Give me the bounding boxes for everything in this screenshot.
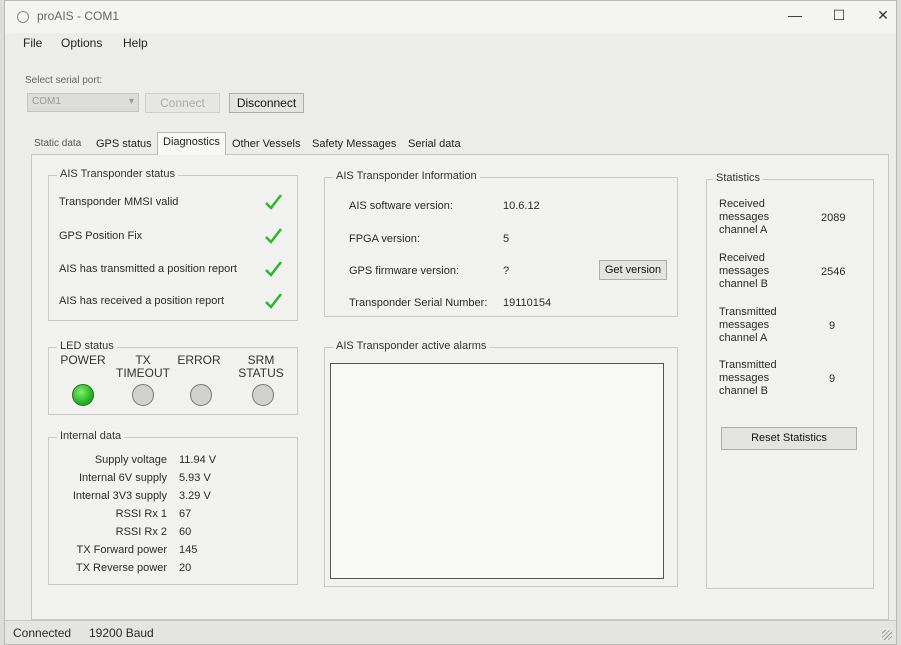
status-bar: Connected 19200 Baud (5, 620, 896, 644)
led-status-title: LED status (57, 340, 117, 352)
serial-port-select[interactable]: COM1 ▾ (27, 93, 139, 112)
info-label: Transponder Serial Number: (349, 297, 488, 309)
led-label-power: POWER (60, 353, 106, 367)
internal-label: RSSI Rx 2 (115, 526, 167, 538)
chevron-down-icon: ▾ (128, 96, 134, 107)
diagnostics-panel: AIS Transponder status Transponder MMSI … (31, 154, 889, 620)
statistics-group: Statistics Received messages channel A 2… (706, 172, 874, 589)
internal-data-title: Internal data (57, 430, 125, 442)
stat-label: Transmitted messages channel B (719, 359, 777, 397)
checkmark-icon (265, 293, 282, 309)
stat-label: Received messages channel A (719, 198, 770, 236)
reset-statistics-button[interactable]: Reset Statistics (721, 427, 857, 450)
title-bar: proAIS - COM1 — ☐ ✕ (5, 1, 896, 33)
alarms-title: AIS Transponder active alarms (333, 340, 490, 352)
internal-label: Internal 3V3 supply (72, 490, 167, 502)
led-power (72, 384, 94, 406)
led-label-tx-timeout: TX TIMEOUT (116, 353, 170, 380)
internal-value: 3.29 V (179, 490, 211, 502)
tab-serial-data[interactable]: Serial data (403, 135, 466, 155)
info-value: ? (503, 265, 510, 277)
stat-value: 9 (829, 320, 836, 332)
led-tx-timeout (132, 384, 154, 406)
led-srm-status (252, 384, 274, 406)
internal-value: 20 (179, 562, 192, 574)
connection-status: Connected (13, 626, 72, 640)
internal-value: 11.94 V (179, 454, 217, 466)
transponder-status-title: AIS Transponder status (57, 168, 178, 180)
internal-value: 67 (179, 508, 192, 520)
stat-value: 2546 (821, 266, 846, 278)
internal-data-group: Internal data Supply voltage 11.94 V Int… (48, 430, 298, 585)
transponder-info-title: AIS Transponder Information (333, 170, 480, 182)
status-gps-fix-label: GPS Position Fix (59, 230, 143, 242)
info-value: 10.6.12 (503, 200, 540, 212)
transponder-status-group: AIS Transponder status Transponder MMSI … (48, 168, 298, 321)
stat-label: Transmitted messages channel A (719, 306, 777, 344)
internal-value: 145 (179, 544, 198, 556)
serial-port-value: COM1 (32, 96, 61, 107)
tab-other-vessels[interactable]: Other Vessels (227, 135, 305, 155)
close-button[interactable]: ✕ (863, 7, 901, 27)
window-title: proAIS - COM1 (37, 9, 120, 23)
internal-label: Supply voltage (94, 454, 167, 466)
minimize-button[interactable]: — (775, 7, 815, 27)
app-window: proAIS - COM1 — ☐ ✕ File Options Help Se… (4, 0, 897, 645)
alarms-list[interactable] (330, 363, 664, 579)
menu-bar: File Options Help (5, 33, 896, 53)
stat-value: 9 (829, 373, 836, 385)
baud-rate: 19200 Baud (89, 626, 154, 640)
info-value: 5 (503, 233, 510, 245)
tab-gps-status[interactable]: GPS status (91, 135, 157, 155)
get-version-button[interactable]: Get version (599, 260, 667, 280)
led-label-srm-status: SRM STATUS (238, 353, 284, 380)
internal-label: Internal 6V supply (78, 472, 167, 484)
info-label: GPS firmware version: (349, 265, 460, 277)
statistics-title: Statistics (713, 172, 764, 184)
tab-diagnostics[interactable]: Diagnostics (157, 132, 226, 155)
connect-button[interactable]: Connect (145, 93, 220, 113)
internal-label: RSSI Rx 1 (115, 508, 167, 520)
info-label: AIS software version: (349, 200, 453, 212)
internal-value: 5.93 V (179, 472, 211, 484)
led-label-error: ERROR (177, 353, 221, 367)
menu-options[interactable]: Options (61, 36, 102, 50)
internal-value: 60 (179, 526, 192, 538)
status-transmitted-label: AIS has transmitted a position report (59, 263, 237, 275)
status-mmsi-label: Transponder MMSI valid (59, 196, 179, 208)
serial-port-label: Select serial port: (25, 75, 103, 86)
info-label: FPGA version: (349, 233, 420, 245)
disconnect-button[interactable]: Disconnect (229, 93, 304, 113)
tab-safety-messages[interactable]: Safety Messages (307, 135, 401, 155)
info-value: 19110154 (503, 297, 552, 309)
menu-help[interactable]: Help (123, 36, 148, 50)
internal-label: TX Forward power (76, 544, 167, 556)
transponder-info-group: AIS Transponder Information AIS software… (324, 170, 678, 317)
checkmark-icon (265, 261, 282, 277)
checkmark-icon (265, 194, 282, 210)
stat-label: Received messages channel B (719, 252, 770, 290)
led-error (190, 384, 212, 406)
tab-static-data[interactable]: Static data (29, 135, 86, 155)
status-received-label: AIS has received a position report (59, 295, 225, 307)
app-icon (17, 11, 29, 23)
maximize-button[interactable]: ☐ (819, 7, 859, 27)
resize-grip-icon[interactable] (882, 630, 892, 640)
menu-file[interactable]: File (23, 36, 42, 50)
checkmark-icon (265, 228, 282, 244)
internal-label: TX Reverse power (75, 562, 167, 574)
stat-value: 2089 (821, 212, 846, 224)
led-status-group: LED status POWER TX TIMEOUT ERROR SRM ST… (48, 340, 298, 415)
